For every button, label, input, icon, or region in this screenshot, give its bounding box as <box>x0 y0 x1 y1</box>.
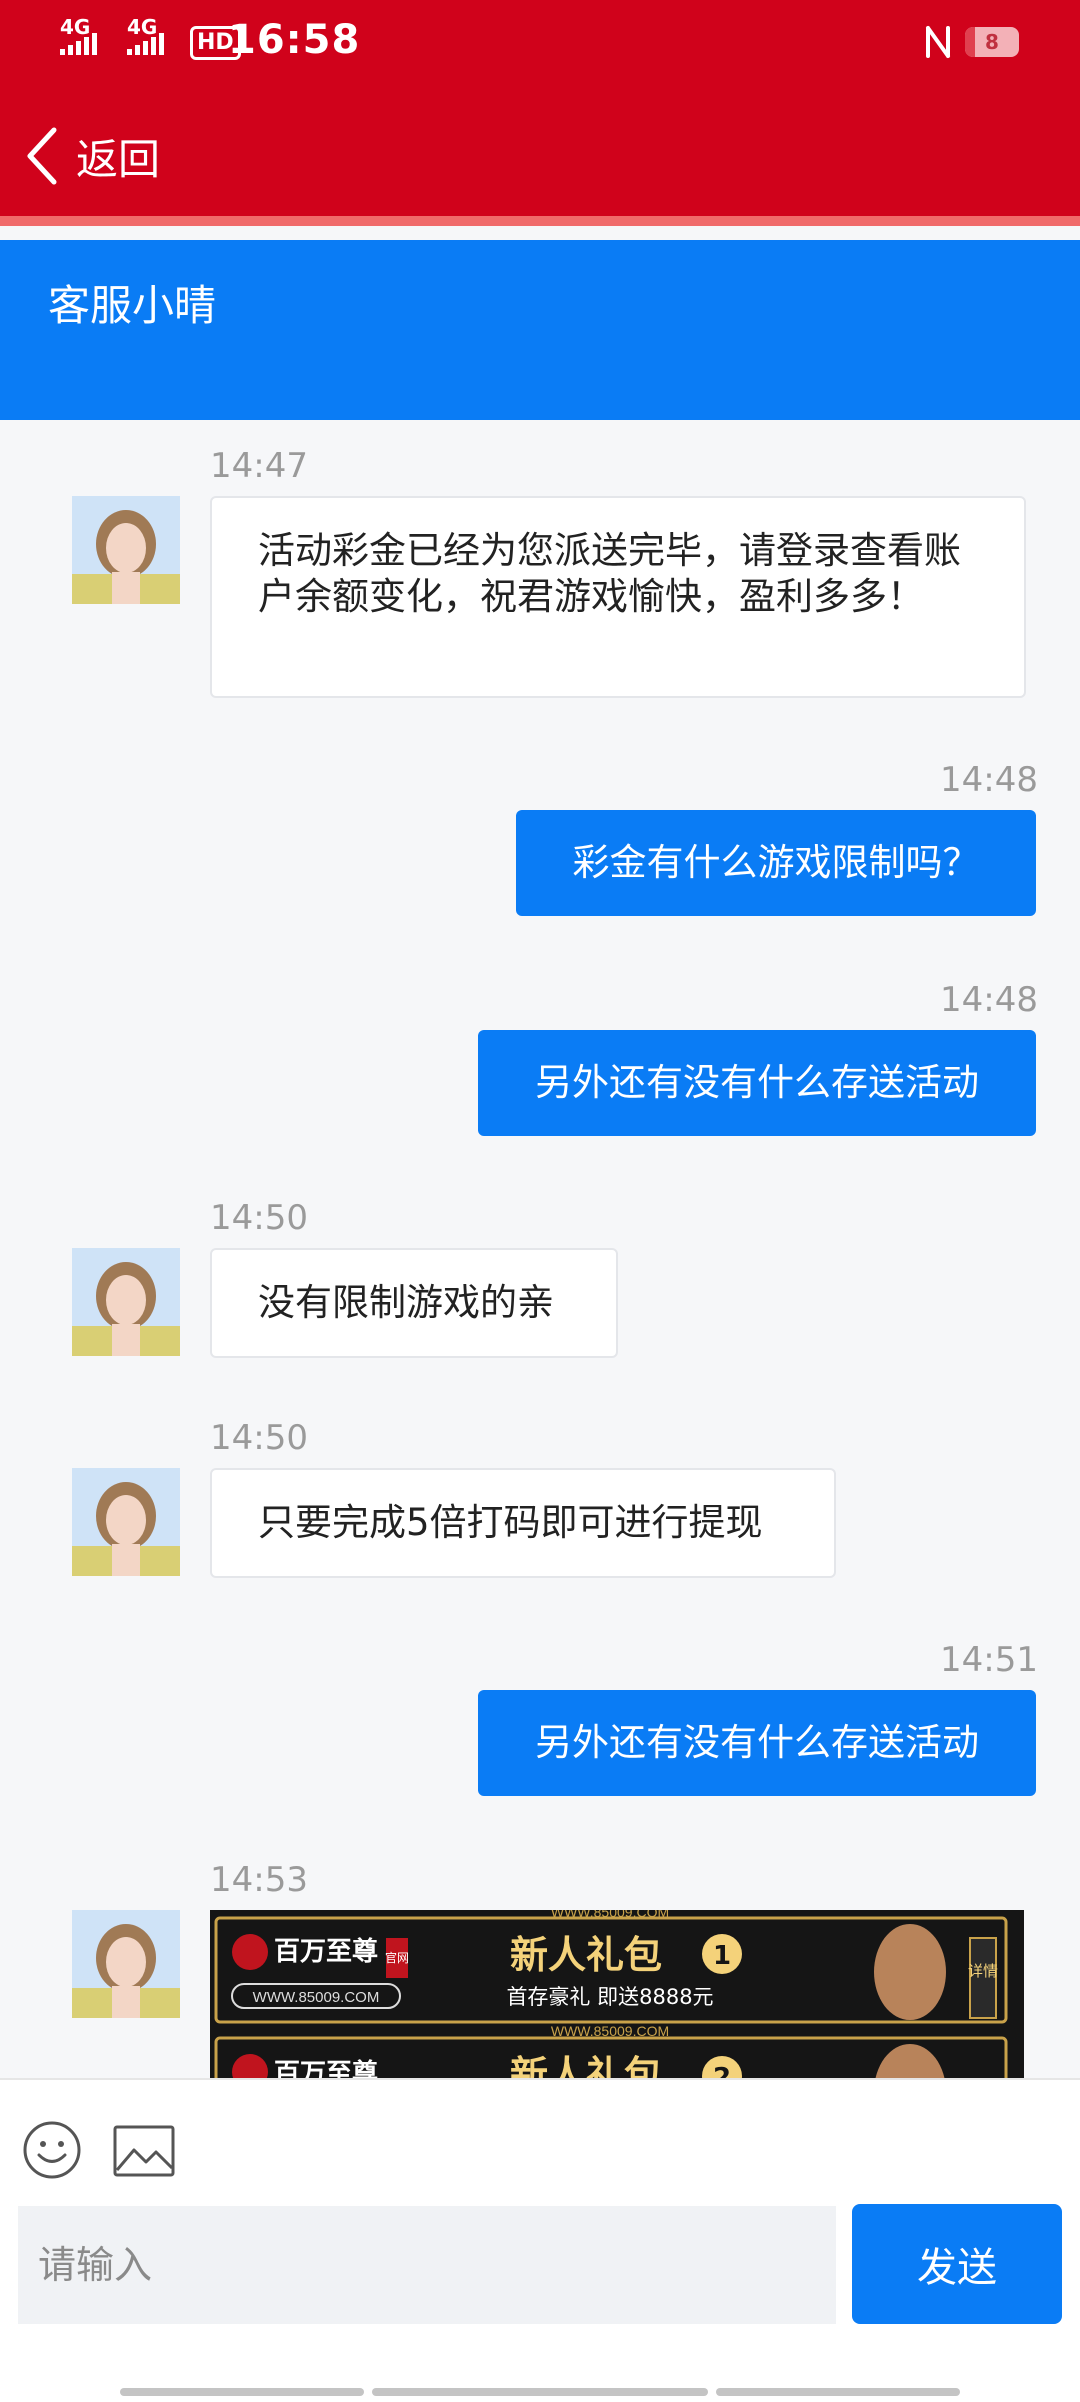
promo-url: WWW.85009.COM <box>551 1910 669 1920</box>
network-type-label: 4G <box>127 15 158 39</box>
message-time: 14:51 <box>940 1640 1038 1680</box>
promo-title: 新人礼包 <box>510 1932 662 1977</box>
promo-badge: 1 <box>713 1941 731 1971</box>
nav-indicator <box>120 2388 364 2396</box>
promo-url: WWW.85009.COM <box>551 2023 669 2039</box>
battery-icon: 8 <box>965 27 1019 57</box>
promo-brand-url: WWW.85009.COM <box>253 1989 380 2006</box>
promo-side-tag: 详情 <box>968 1962 998 1980</box>
promo-title: 新人礼包 <box>510 2052 662 2080</box>
message-time: 14:50 <box>210 1418 308 1458</box>
message-time: 14:53 <box>210 1860 308 1900</box>
header-divider <box>0 216 1080 226</box>
agent-avatar[interactable] <box>72 1910 180 2018</box>
message-input[interactable] <box>18 2206 836 2324</box>
signal-icon: 4G <box>127 15 164 55</box>
back-button[interactable]: 返回 <box>22 120 160 192</box>
nfc-icon <box>926 26 950 58</box>
image-icon[interactable] <box>112 2124 176 2178</box>
message-time: 14:48 <box>940 980 1038 1020</box>
promo-image-message[interactable]: WWW.85009.COM 百万至尊 官网 WWW.85009.COM 新人礼包… <box>210 1910 1024 2080</box>
status-bar: 4G 4G HD 16:58 8 <box>0 0 1080 86</box>
message-list[interactable]: 14:47 活动彩金已经为您派送完毕，请登录查看账户余额变化，祝君游戏愉快，盈利… <box>0 420 1080 2080</box>
send-button[interactable]: 发送 <box>852 2204 1062 2324</box>
message-bubble-incoming: 只要完成5倍打码即可进行提现 <box>210 1468 836 1578</box>
message-time: 14:48 <box>940 760 1038 800</box>
chevron-left-icon <box>27 127 57 185</box>
message-bubble-incoming: 活动彩金已经为您派送完毕，请登录查看账户余额变化，祝君游戏愉快，盈利多多！ <box>210 496 1026 698</box>
network-type-label: 4G <box>60 15 91 39</box>
promo-brand: 百万至尊 <box>274 2058 378 2080</box>
promo-brand: 百万至尊 <box>274 1936 378 1967</box>
nav-indicator <box>716 2388 960 2396</box>
message-bubble-outgoing: 另外还有没有什么存送活动 <box>478 1030 1036 1136</box>
agent-avatar[interactable] <box>72 496 180 604</box>
signal-icon: 4G <box>60 15 97 55</box>
message-bubble-outgoing: 另外还有没有什么存送活动 <box>478 1690 1036 1796</box>
smile-icon[interactable] <box>22 2120 82 2180</box>
agent-avatar[interactable] <box>72 1468 180 1576</box>
promo-brand-tag: 官网 <box>385 1950 409 1965</box>
agent-name: 客服小晴 <box>48 281 217 330</box>
message-time: 14:50 <box>210 1198 308 1238</box>
status-time: 16:58 <box>228 17 361 63</box>
agent-header: 客服小晴 <box>0 240 1080 420</box>
agent-avatar[interactable] <box>72 1248 180 1356</box>
message-time: 14:47 <box>210 446 308 486</box>
nav-indicator <box>372 2388 708 2396</box>
composer: 发送 <box>0 2078 1080 2402</box>
battery-level: 8 <box>985 30 999 54</box>
back-label: 返回 <box>76 134 161 184</box>
promo-subtitle: 首存豪礼 即送8888元 <box>506 1985 713 2009</box>
signal-group: 4G 4G HD <box>60 15 241 68</box>
message-bubble-outgoing: 彩金有什么游戏限制吗？ <box>516 810 1036 916</box>
title-bar: 返回 <box>0 86 1080 226</box>
message-bubble-incoming: 没有限制游戏的亲 <box>210 1248 618 1358</box>
